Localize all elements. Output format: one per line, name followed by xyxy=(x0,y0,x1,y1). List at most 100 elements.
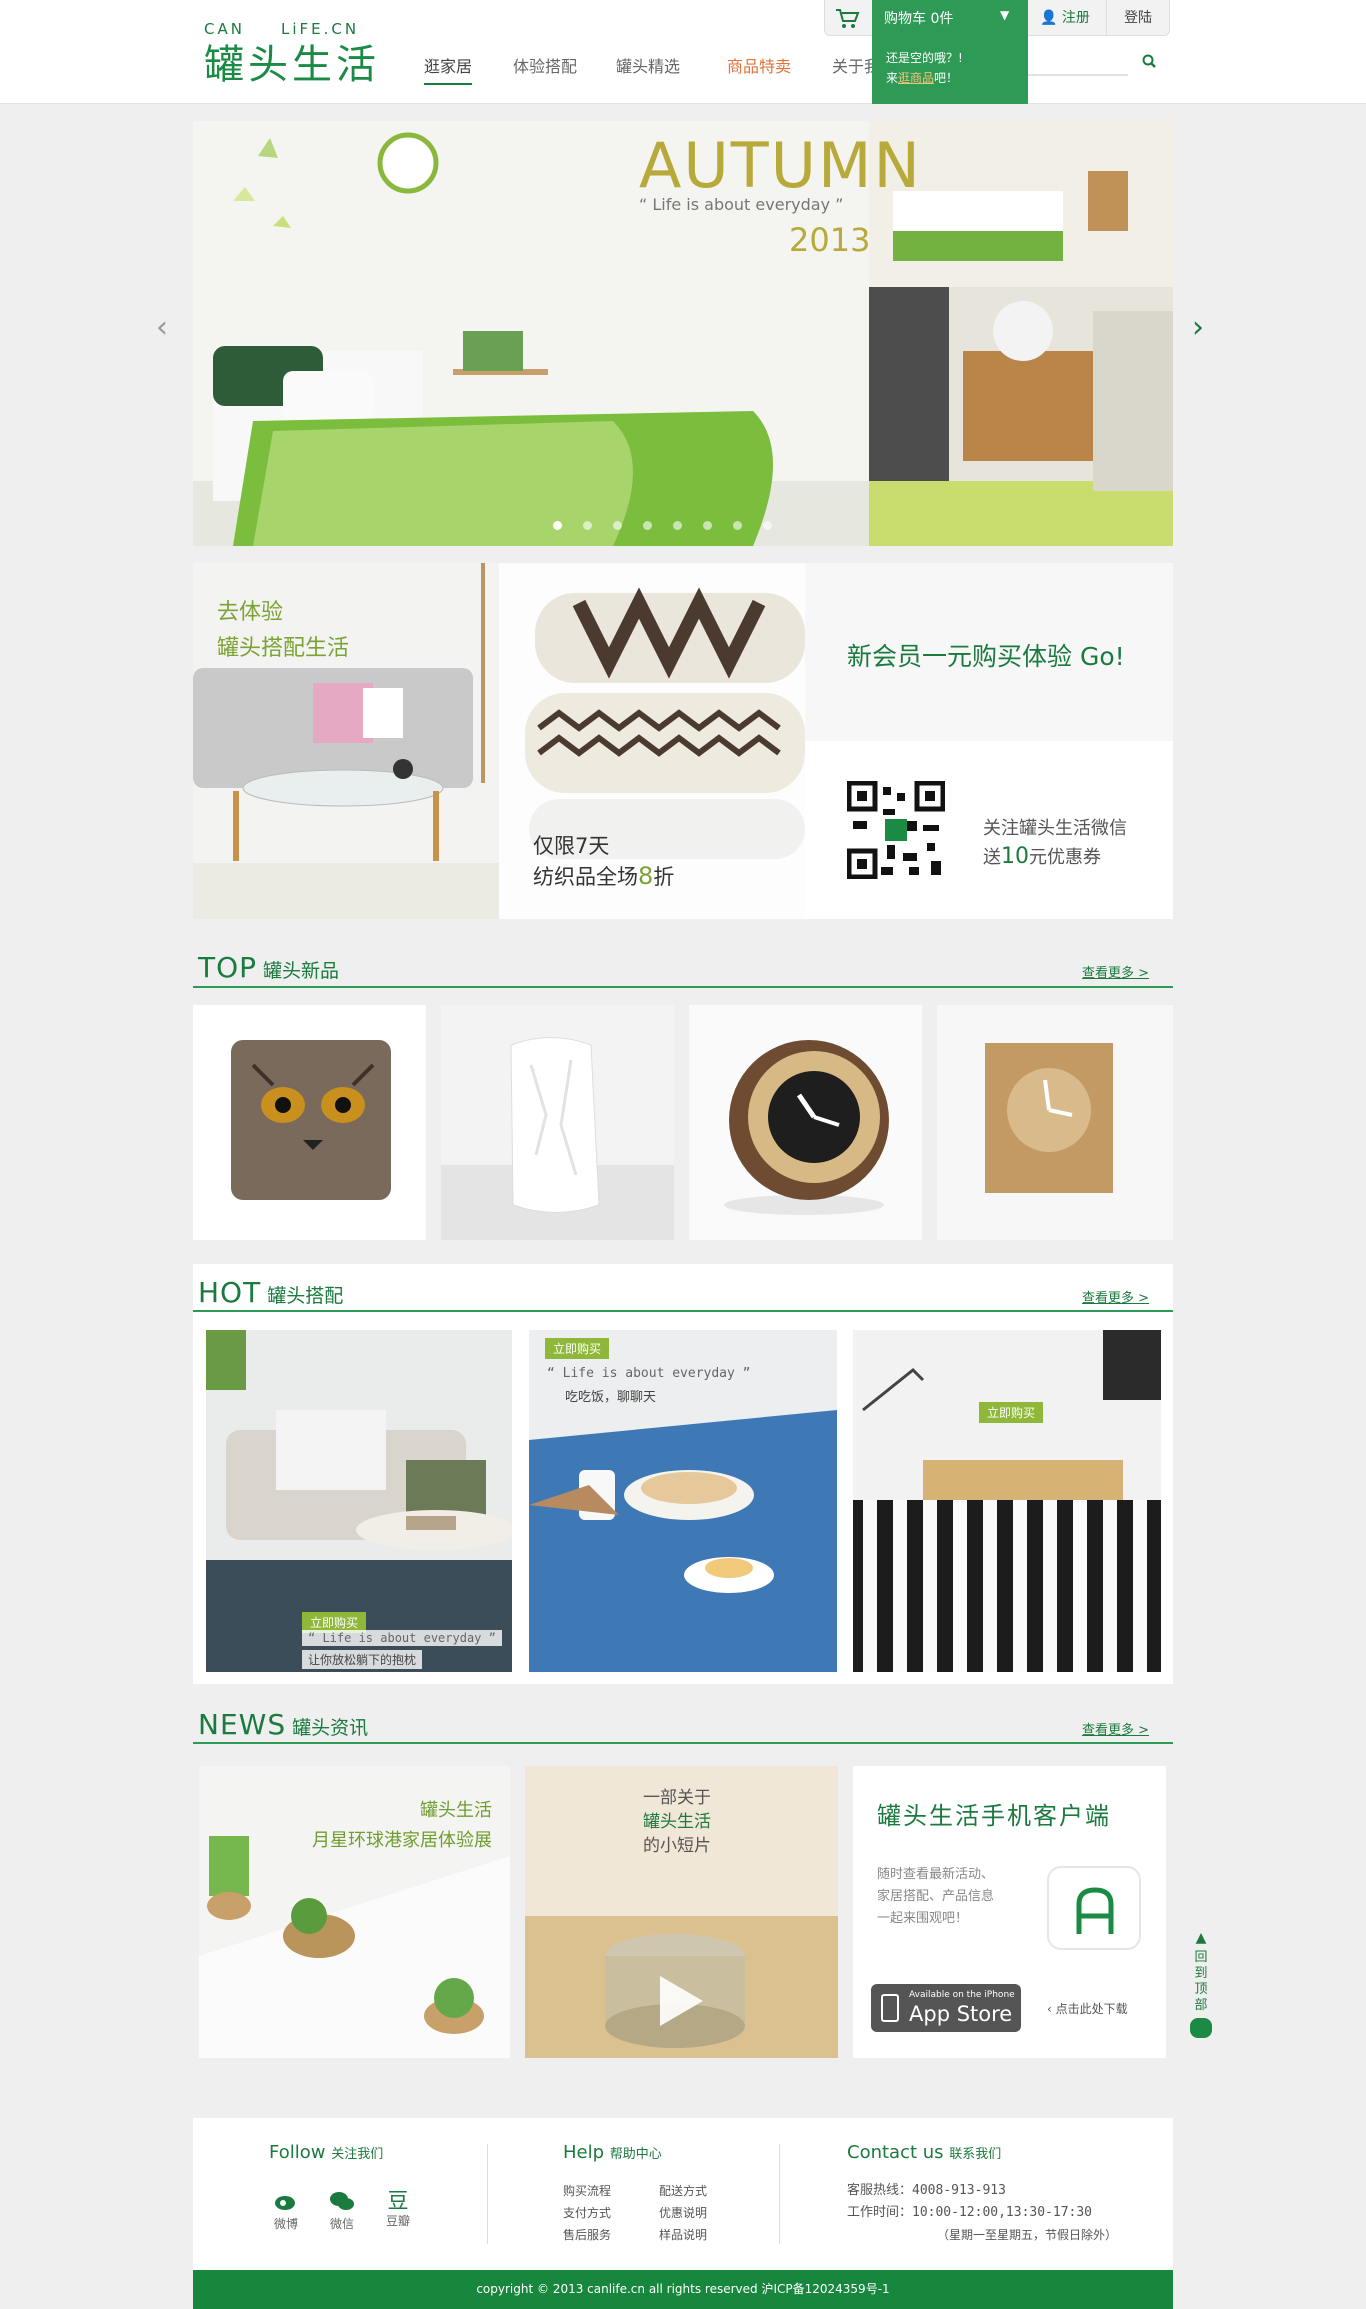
nav-home[interactable]: 逛家居 xyxy=(424,53,473,85)
weibo-icon xyxy=(275,2196,295,2210)
hot-item[interactable]: 立即购买 “ Life is about everyday ” 吃吃饭，聊聊天 xyxy=(529,1330,837,1672)
top-section-title: TOP 罐头新品 xyxy=(198,951,340,984)
copyright-bar: copyright © 2013 canlife.cn all rights r… xyxy=(193,2270,1173,2309)
product-tile[interactable] xyxy=(193,1005,426,1240)
hot-item[interactable]: 立即购买 “ Life is about everyday ” 让你放松躺下的抱… xyxy=(206,1330,512,1672)
help-link[interactable]: 购买流程 xyxy=(563,2180,611,2202)
chevron-down-icon[interactable]: ▼ xyxy=(1000,8,1009,22)
help-link[interactable]: 售后服务 xyxy=(563,2224,611,2246)
douban-icon: 豆 xyxy=(387,2189,409,2213)
promo-discount: 8 xyxy=(638,862,654,890)
cat-pillow-image xyxy=(193,1005,426,1240)
douban-link[interactable]: 豆 豆瓣 xyxy=(381,2190,415,2229)
buy-now-button[interactable]: 立即购买 xyxy=(545,1338,610,1359)
back-to-top-label: 回到顶部 xyxy=(1194,1950,1208,2013)
phone-icon xyxy=(881,1994,899,2022)
buy-now-button[interactable]: 立即购买 xyxy=(979,1402,1044,1423)
square-clock-image xyxy=(937,1005,1173,1240)
divider xyxy=(1106,0,1107,36)
hot-item[interactable]: 立即购买 xyxy=(853,1330,1161,1672)
wechat-icon xyxy=(330,2192,354,2210)
banner-year: 2013 xyxy=(789,221,871,259)
logo-cn[interactable]: 罐头生活 xyxy=(204,32,380,90)
wechat-link[interactable]: 微信 xyxy=(325,2190,359,2232)
download-link[interactable]: ‹ 点击此处下载 xyxy=(1047,2000,1128,2017)
hot-section-title: HOT 罐头搭配 xyxy=(198,1276,344,1309)
banner-dot[interactable] xyxy=(703,521,712,530)
app-desc-2: 家居搭配、产品信息 xyxy=(877,1889,995,1904)
login-button[interactable]: 登陆 xyxy=(1124,7,1152,27)
banner-next-arrow[interactable]: › xyxy=(1192,310,1204,345)
help-link[interactable]: 配送方式 xyxy=(659,2180,707,2202)
divider xyxy=(487,2144,488,2244)
hot-more-link[interactable]: 查看更多 > xyxy=(1082,1287,1149,1306)
browse-link[interactable]: 逛商品 xyxy=(898,71,934,85)
app-store-small: Available on the iPhone xyxy=(909,1990,1015,2000)
product-tile[interactable] xyxy=(441,1005,674,1240)
back-to-top-button[interactable]: ▲ 回到顶部 xyxy=(1190,1930,1212,2038)
promo-left-line2: 罐头搭配生活 xyxy=(217,636,350,661)
wechat-promo: 关注罐头生活微信 送10元优惠券 xyxy=(805,741,1173,919)
help-link[interactable]: 支付方式 xyxy=(563,2202,611,2224)
mobile-app-card: 罐头生活手机客户端 随时查看最新活动、 家居搭配、产品信息 一起来围观吧！ Av… xyxy=(853,1766,1166,2058)
banner-prev-arrow[interactable]: ‹ xyxy=(156,310,168,345)
member-promo[interactable]: 新会员一元购买体验 Go! xyxy=(805,563,1173,741)
banner-dot[interactable] xyxy=(763,521,772,530)
banner-dot[interactable] xyxy=(583,521,592,530)
hot-tagline: “ Life is about everyday ” xyxy=(302,1630,502,1646)
hot-divider xyxy=(193,1310,1173,1312)
cart-empty-text: 还是空的哦？! xyxy=(886,51,963,65)
vase-image xyxy=(441,1005,674,1240)
news-card-expo[interactable]: 罐头生活 月星环球港家居体验展 xyxy=(199,1766,510,2058)
app-title: 罐头生活手机客户端 xyxy=(877,1802,1111,1830)
banner-dot[interactable] xyxy=(553,521,562,530)
product-tile[interactable] xyxy=(689,1005,922,1240)
banner-dot[interactable] xyxy=(673,521,682,530)
news-card2-line3: 的小短片 xyxy=(643,1836,711,1856)
arrow-up-icon: ▲ xyxy=(1195,1930,1207,1946)
news-card2-line2: 罐头生活 xyxy=(643,1812,711,1832)
banner-carousel[interactable]: AUTUMN “ Life is about everyday ” 2013 xyxy=(193,121,1173,546)
nav-match[interactable]: 体验搭配 xyxy=(513,53,577,77)
qr-suffix: 元优惠券 xyxy=(1029,847,1101,868)
qr-code-icon xyxy=(847,781,945,879)
banner-dot[interactable] xyxy=(643,521,652,530)
register-label: 注册 xyxy=(1061,10,1090,26)
hot-caption: 让你放松躺下的抱枕 xyxy=(302,1650,423,1669)
promo-mid-line1: 仅限7天 xyxy=(533,834,610,858)
promo-mid-line2: 纺织品全场 xyxy=(533,865,638,889)
news-card2-line1: 一部关于 xyxy=(643,1788,711,1808)
promo-panel: 去体验 罐头搭配生活 仅限7天 纺织品全场8折 新会员一元购买体验 Go! 关注… xyxy=(193,563,1173,919)
banner-tagline: “ Life is about everyday ” xyxy=(639,195,844,214)
banner-dots[interactable] xyxy=(553,515,793,534)
dining-table-image xyxy=(529,1330,837,1672)
register-button[interactable]: 👤 注册 xyxy=(1040,7,1090,27)
hot-tagline: “ Life is about everyday ” xyxy=(547,1366,751,1381)
product-tile[interactable] xyxy=(937,1005,1173,1240)
qr-amount: 10 xyxy=(1001,844,1029,869)
hot-caption: 吃吃饭，聊聊天 xyxy=(565,1390,657,1405)
cart-empty-post: 吧！ xyxy=(934,71,959,85)
banner-headline: AUTUMN xyxy=(639,129,922,202)
banner-dot[interactable] xyxy=(733,521,742,530)
news-card-video[interactable]: 一部关于 罐头生活 的小短片 xyxy=(525,1766,838,2058)
help-link[interactable]: 优惠说明 xyxy=(659,2202,707,2224)
weibo-link[interactable]: 微博 xyxy=(269,2190,303,2232)
news-more-link[interactable]: 查看更多 > xyxy=(1082,1719,1149,1738)
top-more-link[interactable]: 查看更多 > xyxy=(1082,962,1149,981)
round-clock-image xyxy=(689,1005,922,1240)
help-link[interactable]: 样品说明 xyxy=(659,2224,707,2246)
app-logo-icon xyxy=(1047,1866,1141,1950)
cart-empty-pre: 来 xyxy=(886,71,899,85)
cart-dropdown[interactable]: 购物车 0件 ▼ 还是空的哦？! 来逛商品吧！ xyxy=(872,0,1028,104)
search-icon[interactable] xyxy=(1140,52,1160,72)
contact-title: Contact us 联系我们 xyxy=(847,2142,1002,2163)
news-divider xyxy=(193,1742,1173,1744)
banner-dot[interactable] xyxy=(613,521,622,530)
nav-select[interactable]: 罐头精选 xyxy=(616,53,680,77)
cart-icon[interactable] xyxy=(834,6,860,34)
app-desc-3: 一起来围观吧！ xyxy=(877,1911,969,1926)
nav-sale[interactable]: 商品特卖 xyxy=(727,53,791,77)
app-store-button[interactable]: Available on the iPhone App Store xyxy=(871,1984,1021,2032)
promo-left-line1: 去体验 xyxy=(217,600,284,625)
